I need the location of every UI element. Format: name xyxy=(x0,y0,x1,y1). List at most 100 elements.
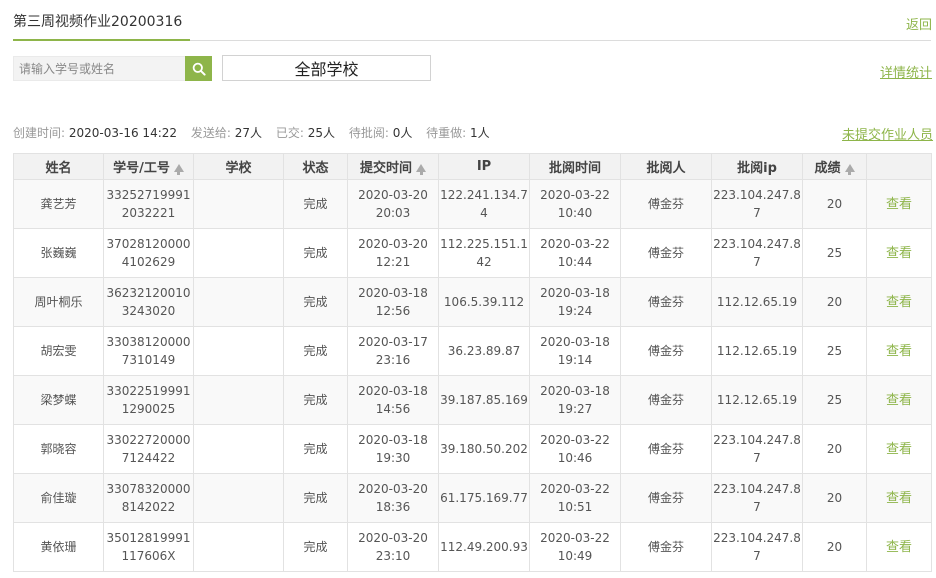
col-header-review-time: 批阅时间 xyxy=(529,153,621,180)
action-cell: 查看 xyxy=(866,424,932,474)
submit-ip: 36.23.89.87 xyxy=(438,326,530,376)
col-header-name: 姓名 xyxy=(13,153,104,180)
search-field[interactable] xyxy=(13,56,189,81)
view-link[interactable]: 查看 xyxy=(886,197,912,212)
homework-info: 创建时间: 2020-03-16 14:22 发送给: 27人 已交: 25人 … xyxy=(13,124,500,141)
created-value: 2020-03-16 14:22 xyxy=(68,126,178,140)
sort-arrow-icon[interactable] xyxy=(416,163,426,175)
submitted-value: 25人 xyxy=(307,126,335,140)
student-name: 黄依珊 xyxy=(13,522,104,572)
created-label: 创建时间: xyxy=(13,126,66,140)
student-name: 梁梦蝶 xyxy=(13,375,104,425)
school-select[interactable]: 全部学校 xyxy=(222,55,431,81)
score-cell: 25 xyxy=(802,375,867,425)
submit-time: 2020-03-20 12:21 xyxy=(347,228,439,278)
col-header-id[interactable]: 学号/工号 xyxy=(103,153,194,180)
review-ip: 223.104.247.8 7 xyxy=(711,424,803,474)
table-header-row: 姓名 学号/工号 学校 状态 提交时间 IP 批阅时间 批阅人 批阅ip 成绩 xyxy=(13,153,932,180)
reviewer-cell: 傅金芬 xyxy=(620,473,712,523)
review-time: 2020-03-18 19:27 xyxy=(529,375,621,425)
submissions-table: 姓名 学号/工号 学校 状态 提交时间 IP 批阅时间 批阅人 批阅ip 成绩 … xyxy=(13,153,932,572)
submit-ip: 106.5.39.112 xyxy=(438,277,530,327)
school-cell xyxy=(193,375,284,425)
student-id: 33038120000 7310149 xyxy=(103,326,194,376)
status-cell: 完成 xyxy=(283,473,348,523)
action-cell: 查看 xyxy=(866,522,932,572)
sort-arrow-icon[interactable] xyxy=(173,163,184,175)
table-row: 黄依珊 35012819991 117606X 完成 2020-03-20 23:10 11… xyxy=(13,522,932,572)
submit-ip: 61.175.169.77 xyxy=(438,473,530,523)
score-cell: 25 xyxy=(802,326,867,376)
student-id: 33078320000 8142022 xyxy=(103,473,194,523)
school-cell xyxy=(193,424,284,474)
search-button[interactable] xyxy=(185,56,212,81)
review-ip: 223.104.247.8 7 xyxy=(711,522,803,572)
col-header-status: 状态 xyxy=(283,153,348,180)
review-time: 2020-03-22 10:46 xyxy=(529,424,621,474)
unsubmitted-students-link[interactable]: 未提交作业人员 xyxy=(842,124,933,143)
col-header-score[interactable]: 成绩 xyxy=(802,153,867,180)
redo-value: 1人 xyxy=(470,126,490,140)
review-time: 2020-03-22 10:49 xyxy=(529,522,621,572)
view-link[interactable]: 查看 xyxy=(886,491,912,506)
detail-stats-link[interactable]: 详情统计 xyxy=(880,62,932,81)
action-cell: 查看 xyxy=(866,277,932,327)
action-cell: 查看 xyxy=(866,228,932,278)
col-header-ip: IP xyxy=(438,153,530,180)
table-row: 周叶桐乐 36232120010 3243020 完成 2020-03-18 12:56 1… xyxy=(13,277,932,327)
status-cell: 完成 xyxy=(283,326,348,376)
table-row: 张巍巍 37028120000 4102629 完成 2020-03-20 12:21 11… xyxy=(13,228,932,278)
submit-time: 2020-03-18 14:56 xyxy=(347,375,439,425)
score-cell: 20 xyxy=(802,277,867,327)
student-id: 33022519991 1290025 xyxy=(103,375,194,425)
sort-arrow-icon[interactable] xyxy=(844,163,855,175)
review-time: 2020-03-18 19:24 xyxy=(529,277,621,327)
review-ip: 112.12.65.19 xyxy=(711,375,803,425)
review-time: 2020-03-22 10:51 xyxy=(529,473,621,523)
score-cell: 20 xyxy=(802,424,867,474)
col-header-school: 学校 xyxy=(193,153,284,180)
student-name: 龚艺芳 xyxy=(13,179,104,229)
submit-ip: 112.49.200.93 xyxy=(438,522,530,572)
student-id: 36232120010 3243020 xyxy=(103,277,194,327)
submit-time: 2020-03-17 23:16 xyxy=(347,326,439,376)
reviewer-cell: 傅金芬 xyxy=(620,522,712,572)
score-cell: 25 xyxy=(802,228,867,278)
reviewer-cell: 傅金芬 xyxy=(620,277,712,327)
view-link[interactable]: 查看 xyxy=(886,344,912,359)
submit-time: 2020-03-20 20:03 xyxy=(347,179,439,229)
reviewer-cell: 傅金芬 xyxy=(620,179,712,229)
submit-time: 2020-03-20 23:10 xyxy=(347,522,439,572)
view-link[interactable]: 查看 xyxy=(886,442,912,457)
submit-time: 2020-03-18 12:56 xyxy=(347,277,439,327)
back-link[interactable]: 返回 xyxy=(906,14,932,33)
submit-time: 2020-03-20 18:36 xyxy=(347,473,439,523)
school-cell xyxy=(193,522,284,572)
reviewer-cell: 傅金芬 xyxy=(620,326,712,376)
search-input[interactable] xyxy=(14,57,189,80)
status-cell: 完成 xyxy=(283,277,348,327)
table-row: 胡宏雯 33038120000 7310149 完成 2020-03-17 23:16 36… xyxy=(13,326,932,376)
view-link[interactable]: 查看 xyxy=(886,246,912,261)
view-link[interactable]: 查看 xyxy=(886,393,912,408)
status-cell: 完成 xyxy=(283,179,348,229)
student-name: 俞佳璇 xyxy=(13,473,104,523)
col-header-action xyxy=(866,153,932,180)
review-time: 2020-03-22 10:40 xyxy=(529,179,621,229)
submit-ip: 112.225.151.1 42 xyxy=(438,228,530,278)
student-name: 胡宏雯 xyxy=(13,326,104,376)
score-cell: 20 xyxy=(802,179,867,229)
student-name: 周叶桐乐 xyxy=(13,277,104,327)
student-id: 35012819991 117606X xyxy=(103,522,194,572)
col-header-submit-time[interactable]: 提交时间 xyxy=(347,153,439,180)
view-link[interactable]: 查看 xyxy=(886,295,912,310)
review-ip: 223.104.247.8 7 xyxy=(711,473,803,523)
review-ip: 112.12.65.19 xyxy=(711,326,803,376)
action-cell: 查看 xyxy=(866,179,932,229)
sent-label: 发送给: xyxy=(190,126,231,140)
student-id: 33022720000 7124422 xyxy=(103,424,194,474)
view-link[interactable]: 查看 xyxy=(886,540,912,555)
status-cell: 完成 xyxy=(283,522,348,572)
submitted-label: 已交: xyxy=(275,126,304,140)
student-name: 郭晓容 xyxy=(13,424,104,474)
